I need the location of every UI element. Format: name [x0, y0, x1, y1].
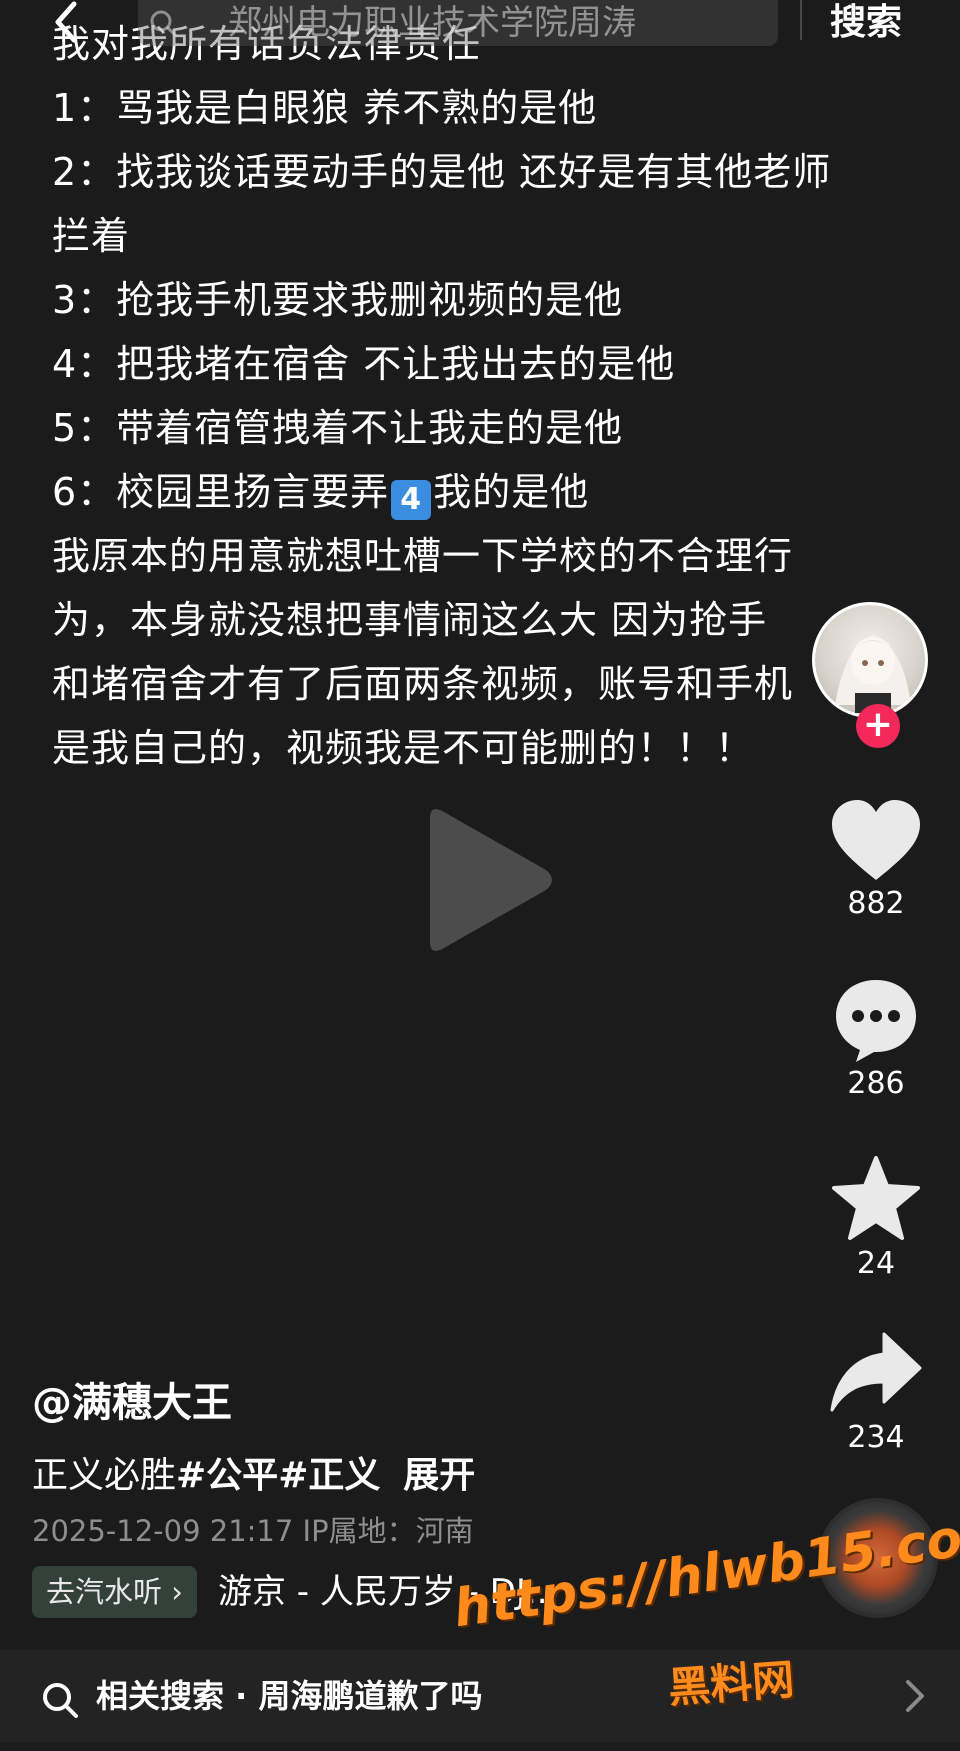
- caption-line: 2：找我谈话要动手的是他 还好是有其他老师: [52, 150, 832, 194]
- expand-link[interactable]: 展开: [403, 1455, 475, 1496]
- follow-button[interactable]: +: [856, 704, 900, 748]
- caption-line-7: 6：校园里扬言要弄 4 我的是他: [52, 460, 912, 524]
- share-button[interactable]: [826, 1328, 926, 1418]
- search-icon: [43, 1683, 78, 1718]
- caption-line: 3：抢我手机要求我删视频的是他: [52, 278, 624, 322]
- hashtag[interactable]: #正义: [278, 1455, 380, 1496]
- caption-line: 是我自己的，视频我是不可能删的！！！: [52, 726, 755, 770]
- video-caption: 我对我所有话负法律责任 1：骂我是白眼狼 养不熟的是他 2：找我谈话要动手的是他…: [52, 12, 912, 780]
- caption-line: 为，本身就没想把事情闹这么大 因为抢手: [52, 598, 768, 642]
- favorite-button[interactable]: [826, 1154, 926, 1244]
- search-icon: [150, 10, 177, 37]
- chevron-right-icon: [906, 1680, 924, 1712]
- related-search-label: 相关搜索 · 周海鹏道歉了吗: [96, 1677, 483, 1715]
- related-search-bar[interactable]: 相关搜索 · 周海鹏道歉了吗: [0, 1650, 960, 1742]
- search-input[interactable]: 郑州电力职业技术学院周涛: [228, 0, 636, 46]
- watermark-url: https://hlwb15.com: [450, 1501, 960, 1640]
- caption-line: 1：骂我是白眼狼 养不熟的是他: [52, 86, 598, 130]
- search-divider: [800, 0, 802, 40]
- caption-line-suffix: 我的是他: [433, 470, 590, 514]
- desc-text: 正义必胜: [32, 1455, 177, 1496]
- like-button[interactable]: [826, 796, 926, 886]
- caption-line: 我原本的用意就想吐槽一下学校的不合理行: [52, 534, 794, 578]
- keycap-four-emoji: 4: [391, 480, 432, 520]
- caption-line: 5：带着宿管拽着不让我走的是他: [52, 406, 624, 450]
- search-button[interactable]: 搜索: [830, 0, 902, 46]
- caption-line: 和堵宿舍才有了后面两条视频，账号和手机: [52, 662, 794, 706]
- comment-count: 286: [847, 1066, 905, 1101]
- comment-icon: [836, 980, 916, 1062]
- author-name[interactable]: @满穗大王: [32, 1370, 232, 1428]
- caption-line: 4：把我堵在宿舍 不让我出去的是他: [52, 342, 676, 386]
- share-count: 234: [847, 1420, 905, 1455]
- heart-icon: [832, 800, 920, 880]
- caption-line-prefix: 6：校园里扬言要弄: [52, 470, 390, 514]
- back-button[interactable]: [46, 0, 86, 44]
- hashtag[interactable]: #公平: [176, 1455, 278, 1496]
- share-arrow-icon: [830, 1332, 922, 1412]
- star-icon: [832, 1156, 920, 1240]
- music-app-chip[interactable]: 去汽水听 ›: [32, 1566, 197, 1618]
- post-description: 正义必胜#公平#正义 展开: [32, 1446, 475, 1498]
- play-icon[interactable]: [408, 800, 558, 960]
- favorite-count: 24: [856, 1246, 896, 1281]
- video-player[interactable]: 我对我所有话负法律责任 1：骂我是白眼狼 养不熟的是他 2：找我谈话要动手的是他…: [0, 0, 960, 1751]
- comment-button[interactable]: [826, 974, 926, 1064]
- watermark-name: 黑料网: [666, 1654, 796, 1713]
- creator-avatar[interactable]: [812, 602, 928, 718]
- caption-line: 拦着: [52, 214, 131, 258]
- chevron-left-icon: [55, 1, 77, 43]
- post-meta: 2025-12-09 21:17 IP属地：河南: [32, 1514, 474, 1548]
- like-count: 882: [847, 886, 905, 921]
- search-bar[interactable]: 郑州电力职业技术学院周涛: [138, 0, 778, 46]
